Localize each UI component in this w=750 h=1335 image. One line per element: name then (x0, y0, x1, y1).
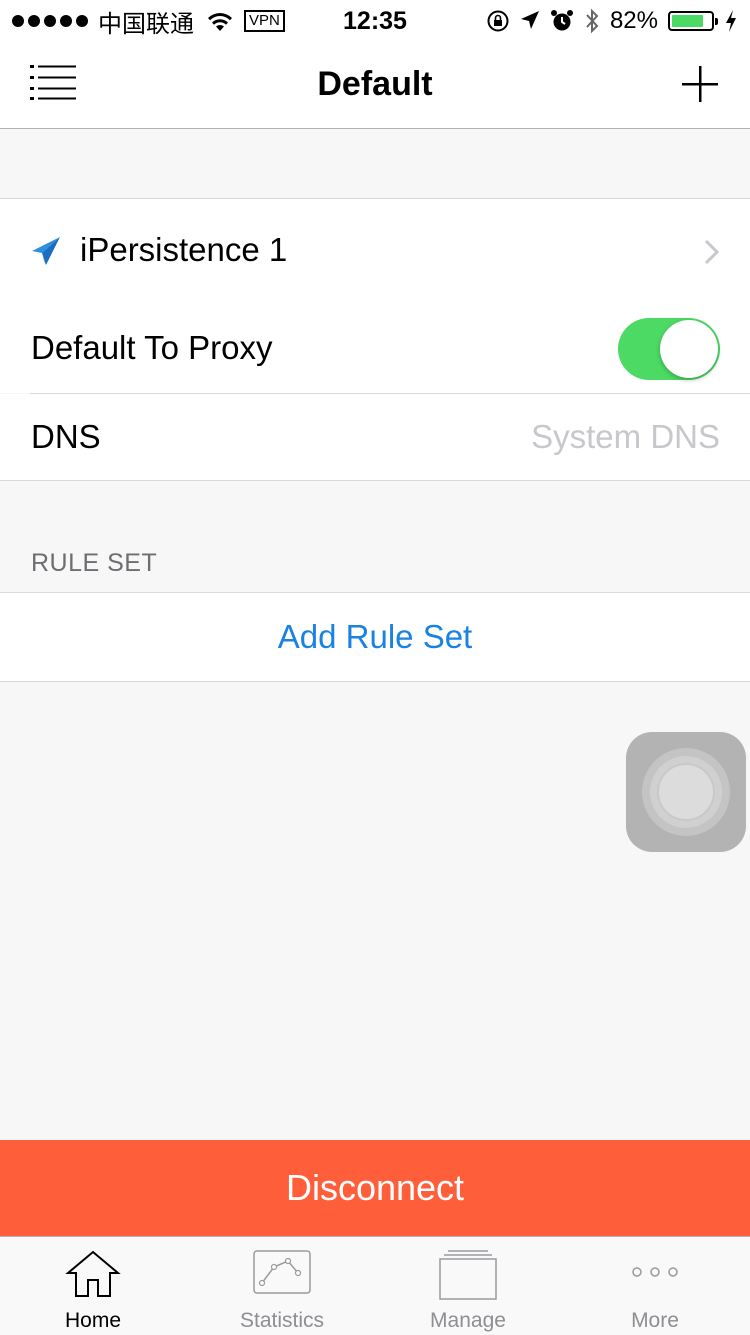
navigation-bar: Default (0, 40, 750, 129)
home-icon (65, 1250, 121, 1297)
tab-label: Statistics (239, 1309, 325, 1332)
status-right: 82% (486, 6, 738, 36)
battery-icon (668, 11, 718, 31)
assistive-touch-button[interactable] (626, 732, 746, 852)
tab-bar: Home Statistics Manage More (0, 1236, 750, 1335)
paper-plane-icon (32, 237, 60, 265)
status-bar: 中国联通 VPN 12:35 82% (0, 0, 750, 40)
tab-manage[interactable]: Manage (393, 1237, 543, 1335)
proxy-name: iPersistence 1 (80, 231, 288, 268)
proxy-selector-row[interactable]: iPersistence 1 (0, 198, 750, 304)
disconnect-button[interactable]: Disconnect (0, 1140, 750, 1236)
default-to-proxy-toggle[interactable] (618, 318, 720, 380)
chevron-right-icon (704, 239, 720, 265)
charging-icon (726, 10, 736, 32)
bluetooth-icon (586, 8, 599, 34)
more-icon (632, 1267, 678, 1277)
rotation-lock-icon (487, 10, 509, 32)
tab-more[interactable]: More (580, 1237, 730, 1335)
tab-label: Manage (430, 1309, 506, 1332)
dns-value: System DNS (531, 418, 720, 455)
tab-home[interactable]: Home (18, 1237, 168, 1335)
location-icon (520, 11, 539, 29)
page-title: Default (317, 65, 433, 103)
rule-set-header: RULE SET (31, 549, 158, 577)
statistics-icon (253, 1250, 311, 1294)
dns-row[interactable]: DNS System DNS (0, 394, 750, 481)
add-rule-set-button[interactable]: Add Rule Set (0, 617, 750, 657)
dns-label: DNS (31, 418, 101, 455)
default-to-proxy-label: Default To Proxy (31, 329, 273, 366)
alarm-icon (550, 10, 573, 31)
plus-icon[interactable] (678, 62, 722, 106)
tab-statistics[interactable]: Statistics (207, 1237, 357, 1335)
manage-icon (439, 1250, 497, 1300)
tab-label: Home (64, 1309, 122, 1332)
tab-label: More (631, 1309, 679, 1332)
battery-percent: 82% (609, 7, 658, 34)
toggle-knob (660, 320, 718, 378)
